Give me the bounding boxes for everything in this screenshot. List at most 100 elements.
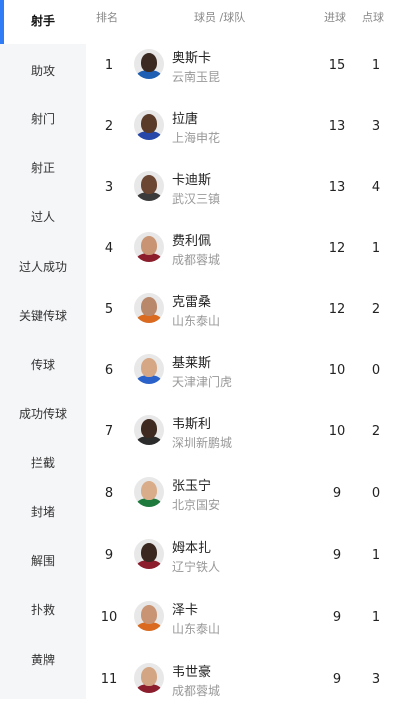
table-row[interactable]: 1 奥斯卡 云南玉昆 15 1: [86, 38, 400, 99]
penalties-cell: 3: [371, 672, 381, 687]
table-row[interactable]: 10 泽卡 山东泰山 9 1: [86, 590, 400, 651]
header-player-team: 球员 /球队: [194, 11, 246, 24]
sidebar-item-successful-dribbles[interactable]: 过人成功: [0, 251, 86, 281]
sidebar-item-blocks[interactable]: 封堵: [0, 496, 86, 526]
player-name: 泽卡: [172, 603, 199, 618]
player-avatar: [134, 110, 164, 140]
rank-cell: 11: [100, 672, 118, 687]
player-avatar: [134, 601, 164, 631]
header-rank: 排名: [96, 11, 118, 24]
player-name: 卡迪斯: [172, 173, 212, 188]
player-avatar: [134, 354, 164, 384]
team-name: 北京国安: [172, 498, 221, 512]
table-row[interactable]: 11 韦世豪 成都蓉城 9 3: [86, 652, 400, 713]
sidebar-item-shots[interactable]: 射门: [0, 103, 86, 133]
penalties-cell: 2: [371, 302, 381, 317]
penalties-cell: 1: [371, 610, 381, 625]
player-name: 韦斯利: [172, 417, 212, 432]
table-row[interactable]: 5 克雷桑 山东泰山 12 2: [86, 282, 400, 343]
rank-cell: 3: [104, 180, 114, 195]
goals-cell: 15: [328, 58, 346, 73]
avatar-face: [141, 175, 157, 194]
goals-cell: 12: [328, 241, 346, 256]
table-row[interactable]: 7 韦斯利 深圳新鹏城 10 2: [86, 404, 400, 465]
team-name: 成都蓉城: [172, 253, 221, 267]
player-name: 克雷桑: [172, 295, 212, 310]
player-avatar: [134, 539, 164, 569]
rank-cell: 1: [104, 58, 114, 73]
rank-cell: 10: [100, 610, 118, 625]
sidebar-item-passes[interactable]: 传球: [0, 349, 86, 379]
header-goals: 进球: [324, 11, 346, 24]
penalties-cell: 1: [371, 548, 381, 563]
team-name: 山东泰山: [172, 314, 221, 328]
player-name: 韦世豪: [172, 665, 212, 680]
sidebar-item-dribbles[interactable]: 过人: [0, 201, 86, 231]
avatar-face: [141, 543, 157, 562]
table-row[interactable]: 6 基莱斯 天津津门虎 10 0: [86, 343, 400, 404]
avatar-face: [141, 419, 157, 438]
goals-cell: 10: [328, 424, 346, 439]
penalties-cell: 0: [371, 363, 381, 378]
sidebar-item-assists[interactable]: 助攻: [0, 55, 86, 85]
rank-cell: 9: [104, 548, 114, 563]
penalties-cell: 1: [371, 58, 381, 73]
player-avatar: [134, 477, 164, 507]
goals-cell: 9: [332, 672, 342, 687]
rank-cell: 2: [104, 119, 114, 134]
table-row[interactable]: 9 姆本扎 辽宁铁人 9 1: [86, 528, 400, 589]
table-row[interactable]: 8 张玉宁 北京国安 9 0: [86, 466, 400, 527]
team-name: 成都蓉城: [172, 684, 221, 698]
player-avatar: [134, 171, 164, 201]
rank-cell: 8: [104, 486, 114, 501]
penalties-cell: 4: [371, 180, 381, 195]
rank-cell: 6: [104, 363, 114, 378]
goals-cell: 9: [332, 610, 342, 625]
player-name: 奥斯卡: [172, 51, 212, 66]
table-row[interactable]: 4 费利佩 成都蓉城 12 1: [86, 221, 400, 282]
sidebar-item-saves[interactable]: 扑救: [0, 594, 86, 624]
avatar-face: [141, 114, 157, 133]
goals-cell: 10: [328, 363, 346, 378]
penalties-cell: 3: [371, 119, 381, 134]
goals-cell: 13: [328, 119, 346, 134]
avatar-face: [141, 605, 157, 624]
avatar-face: [141, 297, 157, 316]
goals-cell: 9: [332, 548, 342, 563]
avatar-face: [141, 481, 157, 500]
avatar-face: [141, 358, 157, 377]
team-name: 云南玉昆: [172, 70, 221, 84]
avatar-face: [141, 667, 157, 686]
rank-cell: 5: [104, 302, 114, 317]
table-header: 排名 球员 /球队 进球 点球: [86, 0, 400, 34]
player-name: 姆本扎: [172, 541, 212, 556]
category-sidebar: 射手 助攻 射门 射正 过人 过人成功 关键传球 传球 成功传球 拦截 封堵 解…: [0, 0, 86, 699]
sidebar-item-scorers[interactable]: 射手: [0, 5, 86, 35]
sidebar-item-shots-on-target[interactable]: 射正: [0, 152, 86, 182]
sidebar-item-clearances[interactable]: 解围: [0, 545, 86, 575]
penalties-cell: 2: [371, 424, 381, 439]
rank-cell: 4: [104, 241, 114, 256]
sidebar-item-interceptions[interactable]: 拦截: [0, 447, 86, 477]
player-name: 张玉宁: [172, 479, 212, 494]
player-avatar: [134, 293, 164, 323]
table-row[interactable]: 3 卡迪斯 武汉三镇 13 4: [86, 160, 400, 221]
player-name: 拉唐: [172, 112, 199, 127]
penalties-cell: 0: [371, 486, 381, 501]
team-name: 山东泰山: [172, 622, 221, 636]
player-avatar: [134, 232, 164, 262]
player-avatar: [134, 415, 164, 445]
team-name: 上海申花: [172, 131, 221, 145]
player-name: 费利佩: [172, 234, 212, 249]
table-row[interactable]: 2 拉唐 上海申花 13 3: [86, 99, 400, 160]
player-avatar: [134, 663, 164, 693]
sidebar-item-successful-passes[interactable]: 成功传球: [0, 398, 86, 428]
goals-cell: 12: [328, 302, 346, 317]
sidebar-item-key-passes[interactable]: 关键传球: [0, 300, 86, 330]
team-name: 天津津门虎: [172, 375, 233, 389]
team-name: 深圳新鹏城: [172, 436, 233, 450]
sidebar-item-yellow-cards[interactable]: 黄牌: [0, 644, 86, 674]
header-penalties: 点球: [362, 11, 384, 24]
goals-cell: 13: [328, 180, 346, 195]
rank-cell: 7: [104, 424, 114, 439]
